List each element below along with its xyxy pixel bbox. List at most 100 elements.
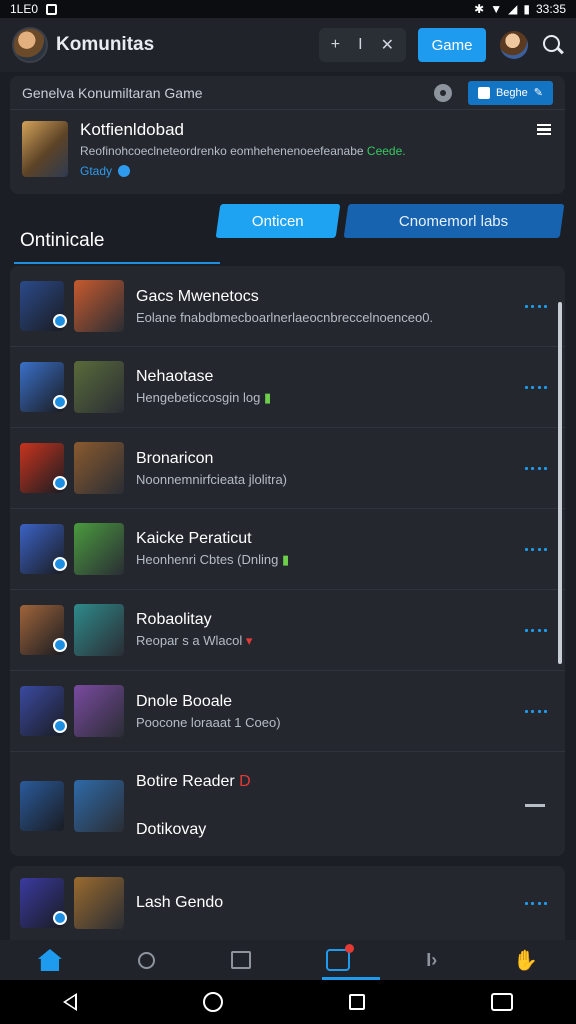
featured-title: Kotfienldobad [80,120,184,139]
app-bar: Komunitas + I ✕ Game [0,18,576,72]
list-item[interactable]: Botire Reader D Dotikovay [10,752,565,856]
menu-icon[interactable] [537,124,551,135]
tab-online-label: Onticen [252,212,304,230]
recents-icon[interactable] [349,994,365,1010]
item-thumbnail-secondary [74,685,124,737]
item-thumbnail-secondary [74,523,124,575]
back-icon[interactable] [63,993,77,1011]
item-accent: ▮ [263,390,272,405]
list-icon[interactable] [230,951,251,969]
item-subtitle: Dotikovay [136,820,207,838]
tab-community-label: Cnomemorl labs [399,212,509,230]
item-thumbnail [20,524,67,574]
user-avatar[interactable] [500,31,528,59]
status-bar: 1LE0 ✱ ▼ ◢ ▮ 33:35 [0,0,576,18]
featured-item[interactable]: Kotfienldobad Reofinohcoeclneteordrenko … [10,110,565,188]
section-underline [14,262,220,264]
badge-icon [477,86,490,99]
item-subtitle: Reopar s a Wlacol ▾ [136,633,525,649]
item-thumbnail [20,362,67,412]
edit-icon: ✎ [533,87,543,99]
featured-meta-label: Gtady [80,164,113,178]
scrollbar[interactable] [558,302,562,664]
tab-row: Ontinicale Onticen Cnomemorl labs [0,200,576,266]
item-title: Botire Reader D [136,773,525,791]
badge-button[interactable]: Beghe ✎ [467,80,553,105]
more-icon[interactable] [525,542,547,556]
status-left: 1LE0 [10,2,58,16]
item-accent: ▾ [245,633,253,648]
hand-icon[interactable]: ✋ [513,948,538,973]
item-thumbnail-secondary [74,361,124,413]
item-thumbnail-secondary [74,779,124,832]
item-thumbnail [20,605,67,655]
item-subtitle-text: Hengebeticcosgin log [136,390,261,405]
home-circle-icon[interactable] [203,992,223,1012]
item-thumbnail [20,780,64,831]
close-icon[interactable]: ✕ [381,35,394,55]
list-item[interactable]: Gacs Mwenetocs Eolane fnabdbmecboarlnerl… [10,266,565,347]
status-right: ✱ ▼ ◢ ▮ 33:35 [474,2,566,16]
item-title: Gacs Mwenetocs [136,287,259,305]
item-subtitle-text: Eolane fnabdbmecboarlnerlaeocnbreccelnoe… [136,309,434,325]
item-subtitle-text: Noonnemnirfcieata jlolitra) [136,471,288,487]
item-subtitle: Eolane fnabdbmecboarlnerlaeocnbreccelnoe… [136,310,525,325]
status-time-right: 33:35 [535,2,566,16]
gear-icon[interactable] [433,83,452,102]
keyboard-icon[interactable] [491,993,513,1011]
home-icon[interactable] [37,949,62,971]
item-title: Kaicke Peraticut [136,530,252,547]
search-icon[interactable] [542,34,564,56]
list-item[interactable]: Kaicke Peraticut Heonhenri Cbtes (Dnling… [10,509,565,590]
item-thumbnail-secondary [74,604,124,656]
item-title-tag: D [239,772,251,790]
toolbar-pill: + I ✕ [318,28,406,62]
item-title: Robaolitay [136,611,212,628]
search-icon[interactable] [137,951,155,969]
featured-header-label: Genelva Konumiltaran Game [22,84,203,101]
item-subtitle-text: Heonhenri Cbtes (Dnling [136,552,279,567]
more-icon[interactable] [525,461,547,475]
signal-icon: ◢ [508,2,518,16]
notification-icon [46,3,58,15]
item-thumbnail-secondary [74,877,124,929]
collapse-icon[interactable] [525,804,545,807]
item-subtitle-text: Reopar s a Wlacol [136,633,243,648]
item-thumbnail [20,281,67,331]
plus-icon[interactable]: + [331,36,340,54]
more-icon[interactable] [525,623,547,637]
more-icon[interactable] [525,704,547,718]
section-title: Ontinicale [20,230,105,251]
list-item[interactable]: Bronaricon Noonnemnirfcieata jlolitra) [10,428,565,509]
badge-label: Beghe [495,86,528,99]
play-icon[interactable]: I› [426,950,437,971]
list-item[interactable]: Nehaotase Hengebeticcosgin log ▮ [10,347,565,428]
item-subtitle-text: Poocone loraaat 1 Coeo) [136,714,281,730]
more-icon[interactable] [525,380,547,394]
tab-online[interactable]: Onticen [215,204,341,238]
tab-community[interactable]: Cnomemorl labs [343,204,565,238]
separator: I [358,36,363,53]
game-button[interactable]: Game [418,28,486,62]
list-item[interactable]: Dnole Booale Poocone loraaat 1 Coeo) [10,671,565,752]
list-item[interactable]: Robaolitay Reopar s a Wlacol ▾ [10,590,565,671]
chat-icon[interactable] [326,944,355,971]
app-title: Komunitas [56,34,155,55]
more-icon[interactable] [525,299,547,313]
list-item-last[interactable]: Lash Gendo [10,866,565,940]
community-list: Gacs Mwenetocs Eolane fnabdbmecboarlnerl… [10,266,565,856]
item-thumbnail [20,878,67,928]
profile-avatar[interactable] [12,27,48,63]
item-title: Bronaricon [136,449,214,467]
battery-icon: ▮ [523,2,530,16]
featured-meta: Gtady [80,164,553,178]
more-icon[interactable] [525,896,547,910]
item-title: Lash Gendo [136,894,224,911]
featured-thumbnail [22,121,68,177]
featured-desc-text: Reofinohcoeclneteordrenko eomhehenenoeef… [80,144,364,158]
item-title: Dnole Booale [136,692,233,710]
item-accent: ▮ [281,552,290,567]
item-thumbnail [20,443,67,493]
wifi-icon: ▼ [490,2,503,16]
featured-panel: Genelva Konumiltaran Game Beghe ✎ Kotfie… [10,76,565,194]
